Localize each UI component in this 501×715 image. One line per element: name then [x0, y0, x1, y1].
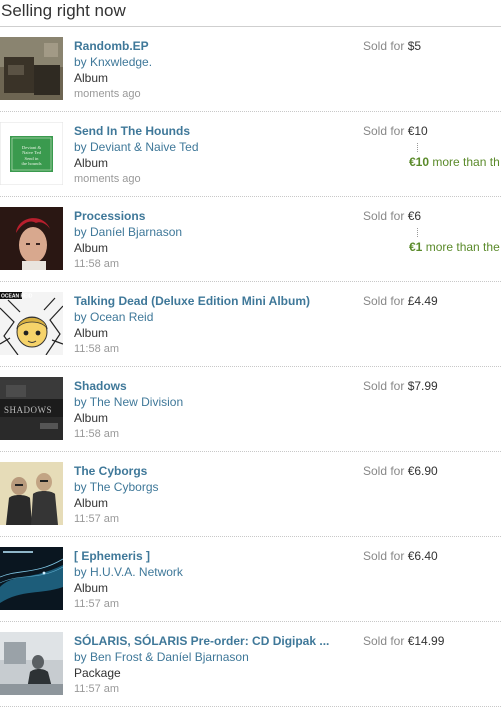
item-title-link[interactable]: Send In The Hounds	[74, 123, 359, 139]
item-timestamp: 11:57 am	[74, 683, 120, 695]
price-amount: €6	[407, 209, 422, 223]
list-item: The Cyborgs by The Cyborgs Album 11:57 a…	[0, 452, 501, 537]
sold-for-label: Sold for	[363, 124, 405, 138]
item-title-link[interactable]: Shadows	[74, 378, 359, 394]
item-type: Album	[74, 581, 109, 595]
list-item: Processions by Daníel Bjarnason Album 11…	[0, 197, 501, 282]
item-title-link[interactable]: The Cyborgs	[74, 463, 359, 479]
sale-price: Sold for $7.99	[363, 378, 438, 394]
item-timestamp: 11:58 am	[74, 343, 120, 355]
item-artist-link[interactable]: by The New Division	[74, 394, 359, 410]
album-cover-art[interactable]	[0, 632, 63, 695]
item-type: Album	[74, 411, 109, 425]
sold-for-label: Sold for	[363, 39, 405, 53]
item-type: Album	[74, 156, 109, 170]
list-item: SÓLARIS, SÓLARIS Pre-order: CD Digipak .…	[0, 622, 501, 707]
item-artist-link[interactable]: by Knxwledge.	[74, 54, 359, 70]
sale-price: Sold for €6.90	[363, 463, 438, 479]
sold-for-label: Sold for	[363, 209, 405, 223]
section-heading: Selling right now	[0, 0, 501, 27]
connector-dots	[417, 228, 419, 237]
album-cover-art[interactable]	[0, 207, 63, 270]
price-amount: €14.99	[407, 634, 445, 648]
price-amount: $5	[407, 39, 422, 53]
item-title-link[interactable]: [ Ephemeris ]	[74, 548, 359, 564]
item-timestamp: 11:58 am	[74, 428, 120, 440]
svg-text:Naive Ted: Naive Ted	[22, 150, 42, 155]
album-cover-art[interactable]: Deviant & Naive Ted Send in the hounds	[0, 122, 63, 185]
price-amount: €6.40	[407, 549, 438, 563]
sold-for-label: Sold for	[363, 379, 405, 393]
sale-price: Sold for €10	[363, 123, 428, 139]
item-timestamp: moments ago	[74, 173, 141, 185]
album-cover-art[interactable]	[0, 547, 63, 610]
list-item: Deviant & Naive Ted Send in the hounds S…	[0, 112, 501, 197]
sales-feed-list: Randomb.EP by Knxwledge. Album moments a…	[0, 27, 501, 707]
item-artist-link[interactable]: by H.U.V.A. Network	[74, 564, 359, 580]
item-artist-link[interactable]: by Daníel Bjarnason	[74, 224, 359, 240]
svg-text:the hounds: the hounds	[21, 161, 41, 166]
list-item: OCEAN REID Talking Dead (Deluxe Edition …	[0, 282, 501, 367]
sale-price: Sold for $5	[363, 38, 421, 54]
extra-text: more than th	[429, 155, 500, 169]
album-cover-art[interactable]: OCEAN REID	[0, 292, 63, 355]
sale-price: Sold for €6.40	[363, 548, 438, 564]
item-artist-link[interactable]: by Ben Frost & Daníel Bjarnason	[74, 649, 359, 665]
price-amount: £4.49	[407, 294, 438, 308]
connector-dots	[417, 143, 419, 152]
svg-text:OCEAN REID: OCEAN REID	[1, 294, 33, 300]
price-amount: €10	[407, 124, 428, 138]
list-item: Randomb.EP by Knxwledge. Album moments a…	[0, 27, 501, 112]
sold-for-label: Sold for	[363, 549, 405, 563]
item-type: Album	[74, 496, 109, 510]
item-type: Album	[74, 71, 109, 85]
sale-price: Sold for £4.49	[363, 293, 438, 309]
item-timestamp: moments ago	[74, 88, 141, 100]
extra-text: more than the	[422, 240, 500, 254]
price-difference-note: €10 more than th	[409, 154, 500, 170]
sale-price: Sold for €14.99	[363, 633, 444, 649]
extra-amount: €1	[409, 240, 423, 254]
item-artist-link[interactable]: by The Cyborgs	[74, 479, 359, 495]
item-type: Package	[74, 666, 121, 680]
item-artist-link[interactable]: by Deviant & Naive Ted	[74, 139, 359, 155]
item-timestamp: 11:57 am	[74, 513, 120, 525]
album-cover-art[interactable]: SHADOWS	[0, 377, 63, 440]
item-title-link[interactable]: Randomb.EP	[74, 38, 359, 54]
item-artist-link[interactable]: by Ocean Reid	[74, 309, 359, 325]
item-title-link[interactable]: SÓLARIS, SÓLARIS Pre-order: CD Digipak .…	[74, 633, 359, 649]
price-amount: $7.99	[407, 379, 438, 393]
list-item: SHADOWS Shadows by The New Division Albu…	[0, 367, 501, 452]
price-difference-note: €1 more than the	[409, 239, 500, 255]
sold-for-label: Sold for	[363, 634, 405, 648]
sold-for-label: Sold for	[363, 294, 405, 308]
list-item: [ Ephemeris ] by H.U.V.A. Network Album …	[0, 537, 501, 622]
item-timestamp: 11:57 am	[74, 598, 120, 610]
svg-text:SHADOWS: SHADOWS	[4, 405, 52, 415]
item-timestamp: 11:58 am	[74, 258, 120, 270]
item-type: Album	[74, 326, 109, 340]
item-type: Album	[74, 241, 109, 255]
price-amount: €6.90	[407, 464, 438, 478]
item-title-link[interactable]: Processions	[74, 208, 359, 224]
sale-price: Sold for €6	[363, 208, 421, 224]
extra-amount: €10	[409, 155, 430, 169]
album-cover-art[interactable]	[0, 462, 63, 525]
sold-for-label: Sold for	[363, 464, 405, 478]
album-cover-art[interactable]	[0, 37, 63, 100]
item-title-link[interactable]: Talking Dead (Deluxe Edition Mini Album)	[74, 293, 359, 309]
